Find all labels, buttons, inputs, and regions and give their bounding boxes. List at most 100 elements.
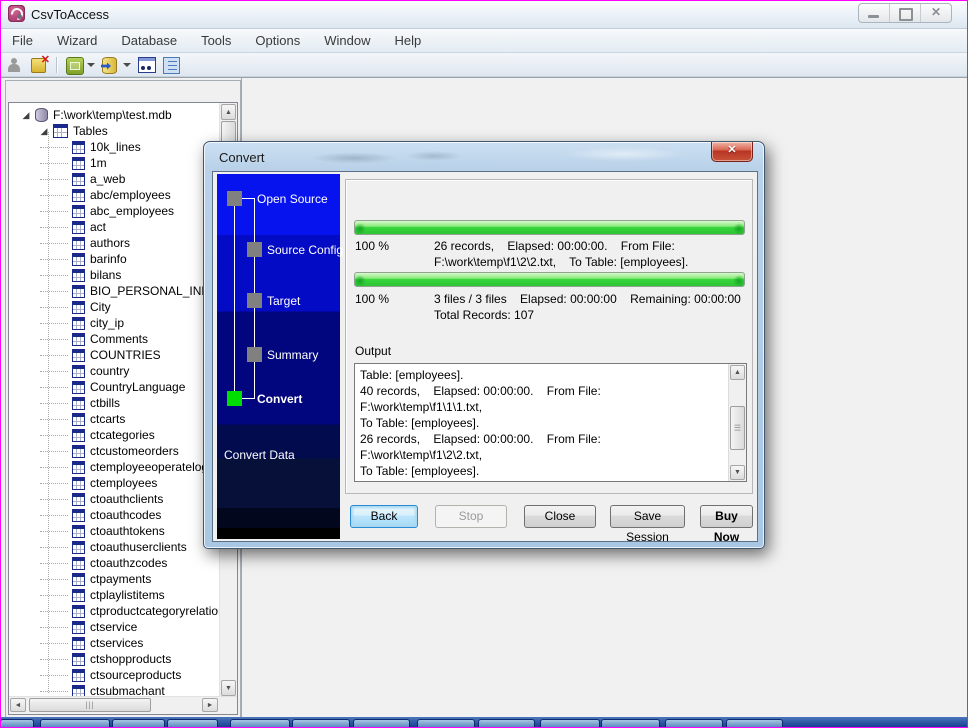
tree-table-item[interactable]: country <box>9 363 219 379</box>
output-scrollbar[interactable]: ▲ ☰ ▼ <box>728 364 746 481</box>
output-log-line: Table: [employees]. <box>360 367 726 383</box>
minimize-button[interactable] <box>859 4 890 22</box>
tree-table-item[interactable]: ctemployees <box>9 475 219 491</box>
export-button[interactable] <box>100 55 122 75</box>
taskbar-button[interactable] <box>665 719 723 728</box>
table-name: ctcustomeorders <box>90 443 179 459</box>
close-dialog-button[interactable]: Close <box>524 505 596 528</box>
taskbar-button[interactable] <box>353 719 410 728</box>
menu-item[interactable]: Wizard <box>45 33 109 48</box>
taskbar-button[interactable] <box>601 719 660 728</box>
close-button[interactable]: ✕ <box>921 4 951 22</box>
tree-root-node[interactable]: ◢ F:\work\temp\test.mdb <box>9 107 219 123</box>
open-database-button[interactable] <box>28 55 50 75</box>
tree-table-item[interactable]: Comments <box>9 331 219 347</box>
tree-table-item[interactable]: ctoauthzcodes <box>9 555 219 571</box>
menu-item[interactable]: Window <box>312 33 382 48</box>
tree-table-item[interactable]: ctemployeeoperatelogs <box>9 459 219 475</box>
list-view-button[interactable] <box>161 55 183 75</box>
tree-table-item[interactable]: authors <box>9 235 219 251</box>
tree-table-item[interactable]: ctshopproducts <box>9 651 219 667</box>
maximize-button[interactable] <box>890 4 921 22</box>
menu-item[interactable]: Database <box>109 33 189 48</box>
tree-branch-line <box>40 442 68 452</box>
tree-tables-node[interactable]: ◢ Tables <box>9 123 219 139</box>
total-progress-percent: 100 % <box>355 292 389 306</box>
taskbar-button[interactable] <box>540 719 600 728</box>
export-dropdown-icon[interactable] <box>123 63 131 67</box>
wizard-dropdown-icon[interactable] <box>87 63 95 67</box>
tree-branch-line <box>40 538 68 548</box>
tree-table-item[interactable]: City <box>9 299 219 315</box>
tree-table-item[interactable]: a_web <box>9 171 219 187</box>
tree-table-item[interactable]: ctproductcategoryrelations <box>9 603 219 619</box>
tree-horizontal-scrollbar[interactable]: ◄ ||| ► <box>9 696 237 714</box>
tree-table-item[interactable]: ctoauthtokens <box>9 523 219 539</box>
taskbar-button[interactable] <box>230 719 290 728</box>
expanded-arrow-icon[interactable]: ◢ <box>38 123 50 139</box>
menu-item[interactable]: File <box>0 33 45 48</box>
stop-button[interactable]: Stop <box>435 505 507 528</box>
scroll-up-button[interactable]: ▲ <box>730 365 745 380</box>
back-button[interactable]: Back <box>350 505 418 528</box>
taskbar-button[interactable] <box>40 719 110 728</box>
menu-item[interactable]: Tools <box>189 33 243 48</box>
tree-table-item[interactable]: barinfo <box>9 251 219 267</box>
file-progress-detail-1: 26 records, Elapsed: 00:00:00. From File… <box>434 239 746 253</box>
scrollbar-thumb[interactable]: ||| <box>29 698 151 712</box>
table-name: ctservice <box>90 619 137 635</box>
menu-item[interactable]: Options <box>243 33 312 48</box>
taskbar-button[interactable] <box>417 719 475 728</box>
menu-item[interactable]: Help <box>382 33 433 48</box>
tree-branch-line <box>40 666 68 676</box>
tree-table-item[interactable]: ctoauthuserclients <box>9 539 219 555</box>
tree-table-item[interactable]: ctcustomeorders <box>9 443 219 459</box>
tree-table-item[interactable]: ctcategories <box>9 427 219 443</box>
tree-table-item[interactable]: CountryLanguage <box>9 379 219 395</box>
scrollbar-thumb[interactable]: ☰ <box>730 406 745 450</box>
table-name: ctemployees <box>90 475 157 491</box>
tree-table-item[interactable]: 1m <box>9 155 219 171</box>
tree-table-item[interactable]: ctplaylistitems <box>9 587 219 603</box>
save-session-button[interactable]: Save Session <box>610 505 685 528</box>
taskbar-button[interactable] <box>167 719 218 728</box>
tree-table-item[interactable]: ctoauthcodes <box>9 507 219 523</box>
user-button[interactable] <box>3 55 25 75</box>
tree-table-item[interactable]: ctoauthclients <box>9 491 219 507</box>
tree-table-item[interactable]: ctsourceproducts <box>9 667 219 683</box>
tree-table-item[interactable]: ctservice <box>9 619 219 635</box>
buy-now-button[interactable]: Buy Now <box>700 505 753 528</box>
scroll-down-button[interactable]: ▼ <box>730 465 745 480</box>
tree-table-item[interactable]: ctservices <box>9 635 219 651</box>
taskbar-button[interactable] <box>292 719 350 728</box>
tree-table-item[interactable]: abc_employees <box>9 203 219 219</box>
taskbar-button[interactable] <box>478 719 535 728</box>
scroll-right-button[interactable]: ► <box>202 698 218 712</box>
scroll-down-button[interactable]: ▼ <box>221 680 236 696</box>
table-name: bilans <box>90 267 121 283</box>
tree-table-item[interactable]: BIO_PERSONAL_INFO <box>9 283 219 299</box>
wizard-button[interactable] <box>64 55 86 75</box>
tree-branch-line <box>40 426 68 436</box>
taskbar-button[interactable] <box>726 719 783 728</box>
taskbar-button[interactable] <box>112 719 165 728</box>
output-log[interactable]: Table: [employees].40 records, Elapsed: … <box>354 363 747 482</box>
tree-table-item[interactable]: abc/employees <box>9 187 219 203</box>
tree-table-item[interactable]: ctpayments <box>9 571 219 587</box>
tree-table-item[interactable]: COUNTRIES <box>9 347 219 363</box>
step-label: Target <box>267 294 300 308</box>
tree-branch-line <box>40 394 68 404</box>
taskbar-button[interactable] <box>0 719 34 728</box>
expanded-arrow-icon[interactable]: ◢ <box>20 107 32 123</box>
find-button[interactable] <box>136 55 158 75</box>
scroll-up-button[interactable]: ▲ <box>221 104 236 120</box>
tree-table-item[interactable]: bilans <box>9 267 219 283</box>
dialog-close-button[interactable]: ✕ <box>711 142 753 162</box>
tree-table-item[interactable]: 10k_lines <box>9 139 219 155</box>
table-name: act <box>90 219 106 235</box>
tree-table-item[interactable]: act <box>9 219 219 235</box>
tree-table-item[interactable]: ctbills <box>9 395 219 411</box>
scroll-left-button[interactable]: ◄ <box>10 698 26 712</box>
tree-table-item[interactable]: ctcarts <box>9 411 219 427</box>
tree-table-item[interactable]: city_ip <box>9 315 219 331</box>
